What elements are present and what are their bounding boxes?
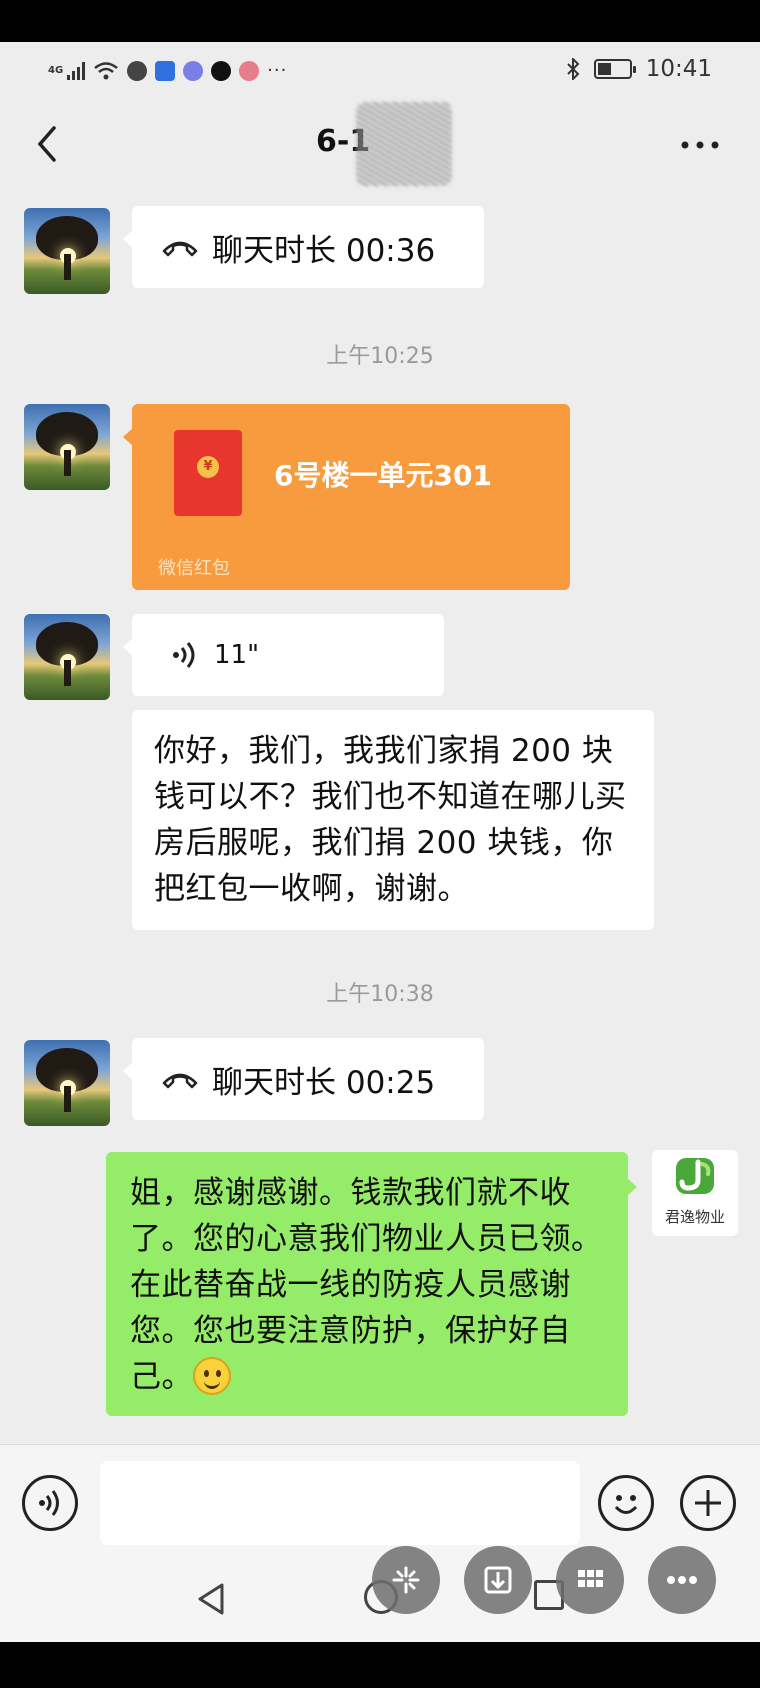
message-timestamp: 上午10:25 — [326, 344, 434, 369]
call-duration-text: 聊天时长 00:25 — [212, 1064, 436, 1101]
red-envelope-icon: ¥ — [174, 430, 242, 516]
phone-hangup-icon — [162, 241, 198, 257]
contact-avatar[interactable] — [24, 208, 110, 294]
voice-duration: 11" — [214, 640, 260, 670]
wifi-icon — [94, 61, 118, 79]
call-record-bubble[interactable]: 聊天时长 00:36 — [123, 206, 484, 288]
floating-tool-button[interactable] — [372, 1546, 440, 1614]
contact-avatar[interactable] — [24, 404, 110, 490]
status-bar: 4G ··· 10:41 — [0, 42, 760, 100]
red-packet-label: 微信红包 — [158, 558, 230, 579]
red-packet-title: 6号楼一单元301 — [274, 459, 492, 492]
smiley-face-icon — [614, 1495, 638, 1514]
smile-emoji-icon — [193, 1357, 231, 1395]
contact-avatar[interactable] — [24, 1040, 110, 1126]
phone-hangup-icon — [162, 1073, 198, 1089]
more-actions-button[interactable] — [680, 1475, 736, 1531]
emoji-button[interactable] — [598, 1475, 654, 1531]
more-notifications-icon: ··· — [267, 60, 288, 81]
sparkle-icon — [392, 1566, 420, 1594]
wechat-notification-icon — [127, 60, 148, 81]
grid-icon — [578, 1570, 603, 1587]
message-input[interactable] — [100, 1461, 580, 1545]
brand-name: 君逸物业 — [664, 1208, 725, 1226]
plus-icon — [695, 1490, 721, 1516]
call-record-bubble[interactable]: 聊天时长 00:25 — [123, 1038, 484, 1120]
chat-header: 6-1 — [0, 100, 760, 190]
bluetooth-icon — [566, 58, 580, 80]
chevron-left-icon[interactable] — [30, 122, 66, 166]
voice-message-bubble[interactable]: 11" — [123, 614, 444, 696]
red-packet-bubble[interactable]: ¥ 6号楼一单元301 微信红包 — [123, 404, 570, 590]
ellipsis-icon — [667, 1576, 697, 1584]
tiktok-notification-icon — [211, 60, 232, 81]
floating-more-button[interactable] — [648, 1546, 716, 1614]
floating-grid-button[interactable] — [556, 1546, 624, 1614]
voice-wave-icon — [39, 1490, 59, 1516]
chat-screen: 4G ··· 10:41 6-1 聊天时长 00:36 上午10:25 ¥ 6号… — [0, 42, 760, 1642]
call-duration-text: 聊天时长 00:36 — [212, 232, 436, 269]
ellipsis-icon[interactable] — [680, 140, 720, 150]
voice-input-toggle[interactable] — [22, 1475, 78, 1531]
message-timestamp: 上午10:38 — [326, 982, 434, 1007]
message-input-bar — [0, 1444, 760, 1562]
outgoing-message-bubble[interactable]: 姐，感谢感谢。钱款我们就不收了。您的心意我们物业人员已领。在此替奋战一线的防疫人… — [106, 1152, 637, 1416]
status-time: 10:41 — [645, 56, 712, 82]
contact-avatar[interactable] — [24, 614, 110, 700]
network-type: 4G — [48, 64, 64, 76]
app-notification-icon — [239, 60, 260, 81]
triangle-back-icon[interactable] — [196, 1582, 226, 1616]
music-notification-icon — [183, 60, 204, 81]
battery-icon — [593, 59, 636, 79]
app-notification-icon — [155, 60, 176, 81]
brand-logo-icon — [676, 1158, 714, 1194]
download-icon — [484, 1566, 512, 1594]
redaction-scribble — [356, 102, 452, 186]
my-avatar[interactable]: 君逸物业 — [652, 1150, 738, 1236]
voice-wave-icon — [173, 642, 195, 668]
transcribed-text-bubble[interactable]: 你好，我们，我我们家捐 200 块钱可以不？我们也不知道在哪儿买房后服呢，我们捐… — [132, 710, 654, 930]
floating-download-button[interactable] — [464, 1546, 532, 1614]
signal-icon — [67, 61, 86, 80]
